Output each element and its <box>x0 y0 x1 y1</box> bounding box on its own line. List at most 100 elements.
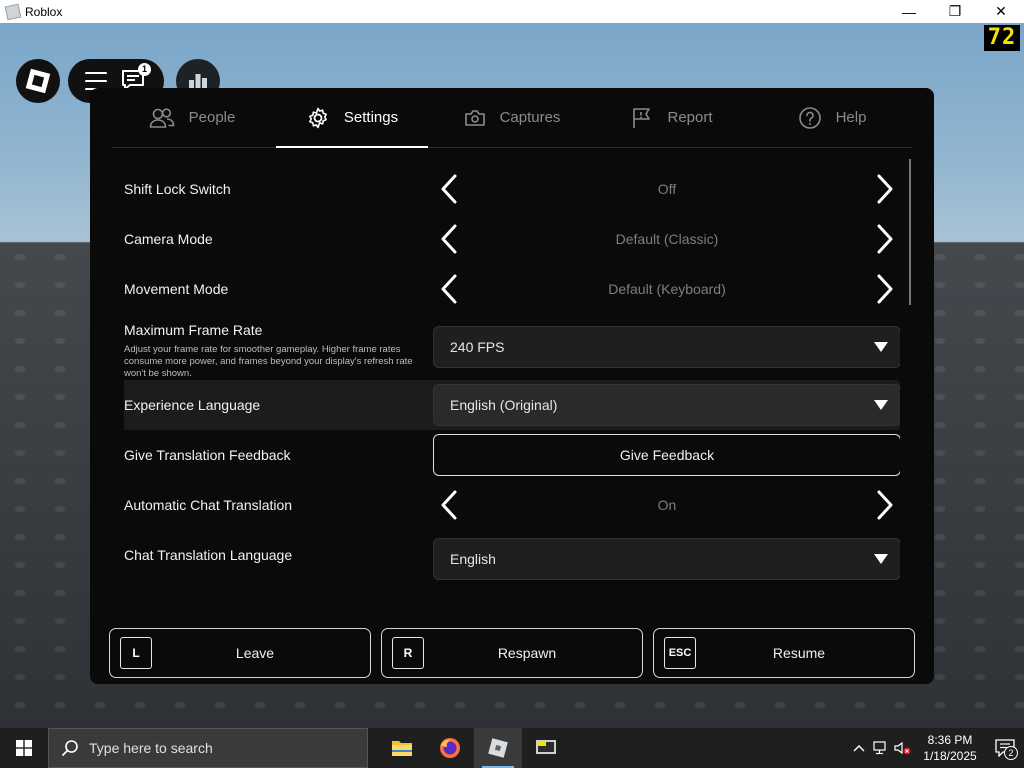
shift-lock-label: Shift Lock Switch <box>124 181 231 197</box>
setting-translation-feedback: Give Translation Feedback Give Feedback <box>124 430 900 480</box>
camera-mode-prev-button[interactable] <box>433 223 465 255</box>
tab-settings-label: Settings <box>343 109 399 126</box>
monitor-app-icon <box>536 740 556 754</box>
help-icon <box>798 106 821 129</box>
clock-date: 1/18/2025 <box>923 749 977 763</box>
clock-time: 8:36 PM <box>927 733 973 747</box>
taskbar-roblox[interactable] <box>474 728 522 768</box>
tab-captures[interactable]: Captures <box>432 88 592 147</box>
translation-feedback-control: Give Feedback <box>433 434 900 476</box>
minimize-button[interactable]: — <box>886 0 932 23</box>
menu-tabs: People Settings Captures Report Help <box>112 88 912 148</box>
auto-chat-translation-selector: On <box>433 484 900 526</box>
close-button[interactable]: ✕ <box>978 0 1024 23</box>
setting-shift-lock: Shift Lock Switch Off <box>124 164 900 214</box>
network-status-button[interactable] <box>870 728 892 768</box>
caret-down-icon <box>874 554 888 564</box>
roblox-menu-button[interactable] <box>16 59 60 103</box>
experience-language-value: English (Original) <box>450 397 558 413</box>
caret-down-icon <box>874 342 888 352</box>
auto-chat-translation-prev-button[interactable] <box>433 489 465 521</box>
setting-chat-translation-language: Chat Translation Language English <box>124 530 900 580</box>
chevron-right-icon <box>877 174 893 204</box>
max-frame-rate-text: Maximum Frame Rate Adjust your frame rat… <box>124 322 424 380</box>
auto-chat-translation-value: On <box>657 497 677 513</box>
game-viewport: 72 1 People Settings Captures Report Hel… <box>0 23 1024 728</box>
chevron-left-icon <box>441 224 457 254</box>
window-controls: — ❐ ✕ <box>886 0 1024 23</box>
chevron-right-icon <box>877 224 893 254</box>
max-frame-rate-value: 240 FPS <box>450 339 505 355</box>
search-icon <box>61 740 78 757</box>
respawn-key-hint: R <box>392 637 424 669</box>
roblox-icon <box>488 738 508 758</box>
shift-lock-value: Off <box>657 181 677 197</box>
experience-language-control: English (Original) <box>433 384 900 426</box>
movement-mode-label: Movement Mode <box>124 281 229 297</box>
show-hidden-icons-button[interactable] <box>848 728 870 768</box>
max-frame-rate-control: 240 FPS <box>433 326 900 368</box>
chat-translation-language-dropdown[interactable]: English <box>433 538 900 580</box>
setting-movement-mode: Movement Mode Default (Keyboard) <box>124 264 900 314</box>
settings-scrollbar[interactable] <box>909 159 911 305</box>
tab-people[interactable]: People <box>112 88 272 147</box>
taskbar-search-box[interactable]: Type here to search <box>48 728 368 768</box>
system-tray: 8:36 PM 1/18/2025 2 <box>848 728 1024 768</box>
gear-icon <box>308 107 327 128</box>
camera-mode-label: Camera Mode <box>124 231 213 247</box>
caret-down-icon <box>874 400 888 410</box>
roblox-app-icon <box>4 3 22 20</box>
translation-feedback-label: Give Translation Feedback <box>124 447 291 463</box>
taskbar-clock[interactable]: 8:36 PM 1/18/2025 <box>914 732 986 764</box>
shift-lock-next-button[interactable] <box>869 173 900 205</box>
respawn-button[interactable]: R Respawn <box>381 628 643 678</box>
settings-list: Shift Lock Switch Off Camera Mode Defaul… <box>124 164 900 582</box>
start-button[interactable] <box>0 728 48 768</box>
setting-camera-mode: Camera Mode Default (Classic) <box>124 214 900 264</box>
taskbar-file-explorer[interactable] <box>378 728 426 768</box>
people-icon <box>149 107 174 128</box>
auto-chat-translation-label: Automatic Chat Translation <box>124 497 293 513</box>
maximize-button[interactable]: ❐ <box>932 0 978 23</box>
movement-mode-prev-button[interactable] <box>433 273 465 305</box>
chevron-up-icon <box>853 745 865 752</box>
camera-mode-next-button[interactable] <box>869 223 900 255</box>
window-title: Roblox <box>25 4 63 19</box>
taskbar-fps-app[interactable] <box>522 728 570 768</box>
chat-translation-language-control: English <box>433 538 900 580</box>
movement-mode-next-button[interactable] <box>869 273 900 305</box>
volume-button[interactable] <box>892 728 914 768</box>
setting-experience-language: Experience Language English (Original) <box>124 380 900 430</box>
folder-icon <box>392 741 412 756</box>
window-titlebar: Roblox — ❐ ✕ <box>0 0 1024 23</box>
tab-help[interactable]: Help <box>752 88 912 147</box>
camera-icon <box>464 109 485 126</box>
flag-icon <box>633 107 651 128</box>
give-feedback-button[interactable]: Give Feedback <box>433 434 900 476</box>
chevron-left-icon <box>441 274 457 304</box>
resume-key-hint: ESC <box>664 637 696 669</box>
taskbar-firefox[interactable] <box>426 728 474 768</box>
action-center-button[interactable]: 2 <box>986 728 1024 768</box>
tab-report[interactable]: Report <box>592 88 752 147</box>
tab-captures-label: Captures <box>499 109 561 126</box>
resume-button[interactable]: ESC Resume <box>653 628 915 678</box>
max-frame-rate-dropdown[interactable]: 240 FPS <box>433 326 900 368</box>
search-placeholder: Type here to search <box>89 740 213 756</box>
leave-button[interactable]: L Leave <box>109 628 371 678</box>
settings-menu-panel: People Settings Captures Report Help Shi… <box>90 88 934 684</box>
chevron-left-icon <box>441 490 457 520</box>
max-frame-rate-description: Adjust your frame rate for smoother game… <box>124 344 413 379</box>
chat-unread-badge: 1 <box>138 63 151 76</box>
tab-report-label: Report <box>667 109 713 126</box>
chat-translation-language-value: English <box>450 551 496 567</box>
experience-language-dropdown[interactable]: English (Original) <box>433 384 900 426</box>
tab-settings[interactable]: Settings <box>272 88 432 148</box>
shift-lock-prev-button[interactable] <box>433 173 465 205</box>
tab-people-label: People <box>188 109 236 126</box>
chat-translation-language-label: Chat Translation Language <box>124 547 293 563</box>
setting-max-frame-rate: Maximum Frame Rate Adjust your frame rat… <box>124 314 900 380</box>
chevron-left-icon <box>441 174 457 204</box>
movement-mode-selector: Default (Keyboard) <box>433 268 900 310</box>
auto-chat-translation-next-button[interactable] <box>869 489 900 521</box>
